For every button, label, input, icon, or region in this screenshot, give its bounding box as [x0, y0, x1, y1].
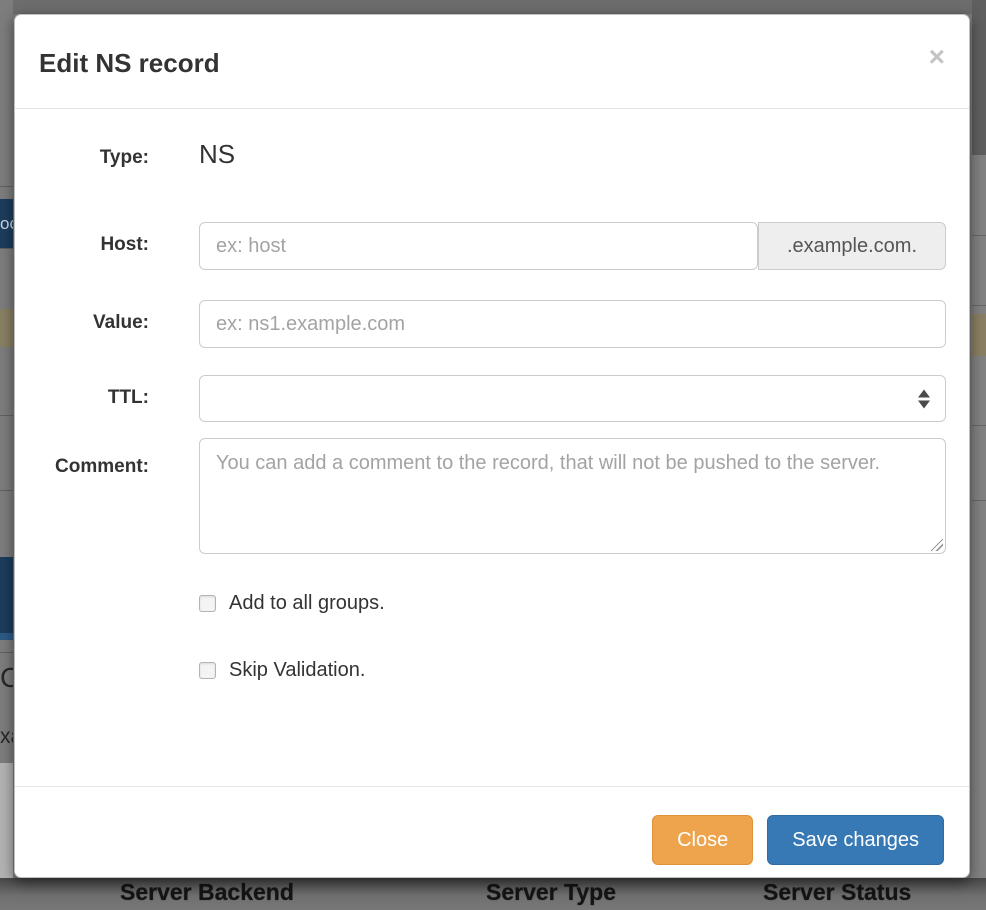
modal-header: Edit NS record × [15, 15, 969, 109]
divider [972, 235, 986, 236]
modal-body: Type: NS Host: .example.com. Value: TTL:… [15, 109, 969, 788]
background-selected-row [0, 557, 13, 640]
background-highlight-row [0, 309, 13, 347]
value-label: Value: [39, 312, 149, 334]
skip-validation-label: Skip Validation. [229, 659, 365, 682]
comment-field-wrap [199, 438, 946, 554]
column-header-server-type: Server Type [486, 879, 616, 906]
resize-handle-icon[interactable] [931, 539, 943, 551]
ttl-field-wrap [199, 375, 946, 422]
add-to-all-groups-checkbox[interactable] [199, 595, 216, 612]
column-header-server-backend: Server Backend [120, 879, 294, 906]
divider [0, 186, 13, 187]
background-dark-band [972, 0, 986, 155]
divider [0, 415, 13, 416]
bg-fragment-label: oc [0, 214, 13, 233]
bg-text-fragment: C [0, 662, 13, 694]
value-field-wrap [199, 300, 946, 348]
column-header-server-status: Server Status [763, 879, 911, 906]
background-button-fragment: oc [0, 199, 13, 248]
edit-ns-record-modal: Edit NS record × Type: NS Host: .example… [14, 14, 970, 878]
comment-textarea[interactable] [199, 438, 946, 554]
host-input-group: .example.com. [199, 222, 946, 270]
comment-label: Comment: [39, 456, 149, 478]
close-button[interactable]: Close [652, 815, 753, 865]
divider [972, 305, 986, 306]
ttl-label: TTL: [39, 387, 149, 409]
add-to-all-groups-row[interactable]: Add to all groups. [199, 592, 385, 615]
backdrop-table-header-row: Server Backend Server Type Server Status [0, 878, 986, 910]
background-light-panel [0, 763, 13, 878]
add-to-all-groups-label: Add to all groups. [229, 592, 385, 615]
backdrop-top-band [0, 0, 986, 14]
divider [972, 425, 986, 426]
close-icon[interactable]: × [929, 43, 945, 71]
host-input[interactable] [199, 222, 758, 270]
divider [0, 248, 13, 249]
host-domain-addon: .example.com. [758, 222, 946, 270]
ttl-select[interactable] [199, 375, 946, 422]
divider [0, 490, 13, 491]
type-label: Type: [39, 147, 149, 169]
value-input[interactable] [199, 300, 946, 348]
skip-validation-row[interactable]: Skip Validation. [199, 659, 365, 682]
host-label: Host: [39, 234, 149, 256]
modal-title: Edit NS record [39, 48, 220, 79]
save-changes-button[interactable]: Save changes [767, 815, 944, 865]
skip-validation-checkbox[interactable] [199, 662, 216, 679]
bg-text-fragment: xa [0, 725, 13, 749]
background-highlight-row [972, 314, 986, 356]
backdrop-left-strip: oc C xa [0, 0, 13, 910]
modal-footer: Close Save changes [15, 786, 969, 877]
divider [0, 652, 13, 653]
backdrop-right-strip [972, 0, 986, 910]
divider [972, 500, 986, 501]
type-value: NS [199, 139, 235, 170]
